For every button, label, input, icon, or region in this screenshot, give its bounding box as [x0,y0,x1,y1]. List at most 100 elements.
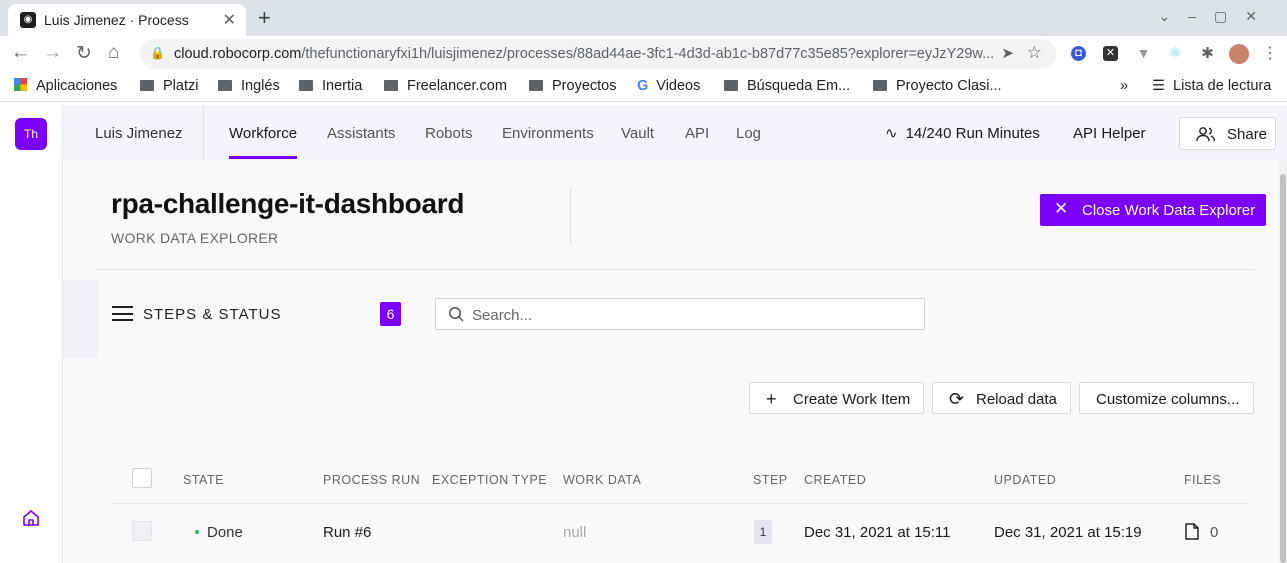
col-files[interactable]: FILES [1184,473,1221,487]
close-icon: ✕ [1054,199,1069,218]
folder-icon [529,80,543,91]
tab-close-icon[interactable]: ✕ [223,10,236,30]
row-step-badge: 1 [754,520,772,544]
org-name[interactable]: Luis Jimenez [95,125,183,142]
bookmark-apps[interactable]: Aplicaciones [14,78,117,94]
window-controls[interactable]: ⌄–▢✕ [1159,8,1275,25]
steps-panel-edge [63,280,98,358]
steps-status-label[interactable]: STEPS & STATUS [143,306,281,323]
customize-columns-button[interactable]: Customize columns... [1079,382,1254,414]
nav-log[interactable]: Log [736,125,761,142]
select-all-checkbox[interactable] [132,468,152,488]
reading-list[interactable]: ☰ Lista de lectura [1152,78,1271,94]
bookmark-inertia[interactable]: Inertia [299,78,362,94]
folder-icon [873,80,887,91]
home-icon[interactable]: ⌂ [108,42,119,64]
browser-tab-strip: ◉ Luis Jimenez · Process ✕ + ⌄–▢✕ [0,0,1287,36]
nav-vault[interactable]: Vault [621,125,654,142]
home-icon[interactable] [22,509,40,527]
workspace-avatar[interactable]: Th [15,118,47,150]
lock-icon: 🔒 [150,46,165,60]
send-tab-icon[interactable]: ➤ [1001,44,1014,62]
vue-devtools-icon[interactable]: ▼ [1136,46,1151,61]
forward-icon[interactable]: → [43,42,62,64]
col-process-run[interactable]: PROCESS RUN [323,473,420,487]
run-minutes[interactable]: ∿ 14/240 Run Minutes [885,124,1040,142]
plus-icon: + [766,389,777,409]
tab-title: Luis Jimenez · Process [44,12,189,28]
page-scrollbar-thumb[interactable] [1280,174,1286,563]
work-data-explorer: rpa-challenge-it-dashboard WORK DATA EXP… [63,160,1279,563]
folder-icon [384,80,398,91]
bookmark-proyecto-clasi[interactable]: Proyecto Clasi... [873,78,1002,94]
nav-environments[interactable]: Environments [502,125,594,142]
react-devtools-icon[interactable]: ⚛ [1168,46,1183,61]
bookmark-ingles[interactable]: Inglés [218,78,280,94]
col-step[interactable]: STEP [753,473,788,487]
page-subtitle: WORK DATA EXPLORER [111,230,279,246]
extension-icon[interactable]: ◘ [1071,46,1086,61]
col-state[interactable]: STATE [183,473,224,487]
page-title: rpa-challenge-it-dashboard [111,188,465,219]
bookmark-star-icon[interactable]: ☆ [1027,43,1042,63]
col-work-data[interactable]: WORK DATA [563,473,641,487]
robocorp-favicon-icon: ◉ [20,12,36,28]
reload-data-button[interactable]: ⟳ Reload data [932,382,1071,414]
row-process-run[interactable]: Run #6 [323,524,371,541]
row-checkbox[interactable] [132,521,152,541]
bookmark-proyectos[interactable]: Proyectos [529,78,616,94]
col-created[interactable]: CREATED [804,473,866,487]
nav-divider [203,105,204,160]
reload-icon: ⟳ [949,389,965,409]
back-icon[interactable]: ← [11,42,30,64]
row-work-data[interactable]: null [563,524,586,541]
menu-icon[interactable] [112,306,133,321]
bookmark-platzi[interactable]: Platzi [140,78,198,94]
search-field[interactable] [435,298,925,330]
bookmark-freelancer[interactable]: Freelancer.com [384,78,507,94]
browser-toolbar: ← → ↻ ⌂ 🔒 cloud.robocorp.com/thefunction… [0,36,1287,72]
create-work-item-button[interactable]: + Create Work Item [749,382,924,414]
row-files-count[interactable]: 0 [1210,524,1218,541]
activity-icon: ∿ [885,125,898,142]
search-icon [449,307,464,322]
row-created: Dec 31, 2021 at 15:11 [804,524,951,541]
api-helper-link[interactable]: API Helper [1073,125,1146,142]
folder-icon [724,80,738,91]
reload-icon[interactable]: ↻ [76,42,92,65]
header-divider [570,187,571,245]
share-button[interactable]: Share [1179,117,1276,150]
status-dot-icon [195,530,199,534]
bookmark-busqueda[interactable]: Búsqueda Em... [724,78,850,94]
nav-workforce[interactable]: Workforce [229,125,297,142]
nav-robots[interactable]: Robots [425,125,473,142]
browser-menu-icon[interactable]: ⋮ [1262,46,1278,62]
folder-icon [140,80,154,91]
bookmarks-bar: Aplicaciones Platzi Inglés Inertia Freel… [0,72,1287,102]
reading-list-icon: ☰ [1152,78,1165,94]
extensions-puzzle-icon[interactable]: ✱ [1200,46,1215,61]
search-input[interactable] [472,305,912,325]
header-row-divider [111,503,1247,504]
users-icon [1196,127,1216,142]
steps-count-badge: 6 [380,302,401,326]
nav-api[interactable]: API [685,125,709,142]
row-state: Done [207,524,243,541]
address-bar[interactable]: 🔒 cloud.robocorp.com/thefunctionaryfxi1h… [140,39,1056,69]
bookmark-videos[interactable]: G Videos [637,78,700,94]
bookmarks-overflow-icon[interactable]: » [1120,78,1128,94]
browser-tab[interactable]: ◉ Luis Jimenez · Process ✕ [8,4,246,36]
row-updated: Dec 31, 2021 at 15:19 [994,524,1142,541]
new-tab-icon[interactable]: + [258,5,271,31]
active-tab-indicator [229,156,297,159]
section-divider [95,269,1255,270]
share-label: Share [1227,126,1268,143]
col-updated[interactable]: UPDATED [994,473,1056,487]
close-explorer-button[interactable]: ✕ Close Work Data Explorer [1040,194,1266,226]
extension-x-icon[interactable]: ✕ [1103,46,1118,61]
apps-grid-icon [14,78,27,91]
profile-avatar[interactable] [1229,44,1249,64]
col-exception-type[interactable]: EXCEPTION TYPE [432,473,547,487]
google-icon: G [637,78,649,94]
nav-assistants[interactable]: Assistants [327,125,395,142]
